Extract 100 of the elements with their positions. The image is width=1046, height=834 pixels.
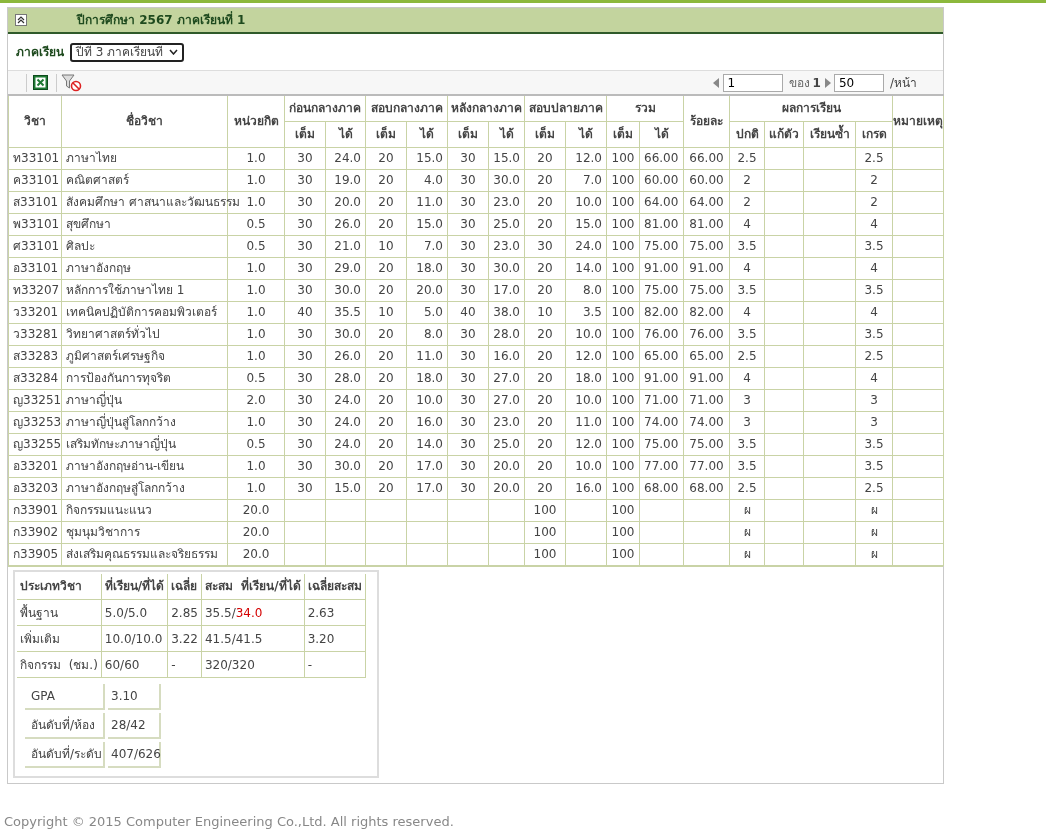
page-total: 1 (812, 74, 821, 92)
table-cell: 30 (297, 283, 313, 297)
table-cell: 25.0 (493, 217, 520, 231)
table-cell: ส33283 (13, 349, 59, 363)
table-cell: 2.85 (171, 605, 198, 620)
table-cell: 17.0 (493, 283, 520, 297)
column-header: สะสม ที่เรียน/ที่ได้ (204, 579, 301, 594)
table-cell: วิทยาศาสตร์ทั่วไป (66, 327, 160, 341)
table-cell: 11.0 (416, 349, 443, 363)
table-cell: 2.5 (864, 349, 884, 363)
table-cell: 91.00 (689, 261, 724, 275)
table-cell: 30 (460, 239, 476, 253)
table-cell: 12.0 (575, 437, 602, 451)
table-cell: 3.5 (737, 437, 757, 451)
table-cell: 20 (378, 349, 394, 363)
table-cell: 100 (611, 195, 635, 209)
table-cell: 100 (611, 217, 635, 231)
column-header: เรียนซ้ำ (803, 121, 856, 147)
table-cell: 20 (537, 481, 553, 495)
table-cell: 75.00 (689, 239, 724, 253)
table-cell: 71.00 (644, 393, 679, 407)
table-cell: 27.0 (493, 371, 520, 385)
per-page-field[interactable]: 50 (833, 73, 884, 92)
table-cell: 30 (297, 217, 313, 231)
page-field[interactable]: 1 (722, 73, 783, 92)
term-select[interactable]: ปีที่ 3 ภาคเรียนที่ (70, 42, 185, 62)
table-cell: 1.0 (246, 415, 266, 429)
table-cell: 15.0 (493, 151, 520, 165)
table-cell: กิจกรรม (ชม.) (20, 657, 98, 672)
table-cell: ก33905 (13, 547, 59, 561)
table-cell: 100 (611, 437, 635, 451)
table-cell: 30 (460, 327, 476, 341)
table-cell: 65.00 (644, 349, 679, 363)
table-cell: 3 (743, 415, 751, 429)
page-of-label: ของ (788, 74, 810, 92)
table-cell: 66.00 (689, 151, 724, 165)
table-cell: ท33207 (13, 283, 60, 297)
table-cell: 1.0 (246, 195, 266, 209)
table-cell: 100 (611, 349, 635, 363)
table-cell: 20.0 (493, 459, 520, 473)
table-cell: 20 (537, 393, 553, 407)
table-cell: 75.00 (644, 437, 679, 451)
column-header: เต็ม (365, 121, 407, 147)
table-cell: ภาษาอังกฤษ (66, 261, 131, 275)
table-cell: 23.0 (493, 239, 520, 253)
table-cell: 100 (611, 525, 635, 539)
table-cell: 60.00 (689, 173, 724, 187)
table-cell: 30 (297, 151, 313, 165)
table-cell: 14.0 (416, 437, 443, 451)
table-cell: 5.0 (423, 305, 443, 319)
table-cell: 3.5 (864, 437, 884, 451)
table-cell: 24.0 (334, 415, 361, 429)
table-cell: อ33201 (13, 459, 59, 473)
stat-label: GPA (25, 684, 105, 710)
table-cell: หลักการใช้ภาษาไทย 1 (66, 283, 185, 297)
table-cell: ภาษาญี่ปุ่นสู่โลกกว้าง (66, 415, 176, 429)
table-cell: 20 (378, 371, 394, 385)
table-cell: 30 (297, 415, 313, 429)
table-cell: 2.5 (864, 151, 884, 165)
table-cell: 12.0 (575, 151, 602, 165)
table-cell: 71.00 (689, 393, 724, 407)
next-page-icon[interactable] (823, 77, 831, 88)
collapse-toggle[interactable] (15, 14, 27, 26)
table-cell: 29.0 (334, 261, 361, 275)
table-cell: ภาษาไทย (66, 151, 117, 165)
table-cell: 15.0 (416, 217, 443, 231)
table-cell: 3 (743, 393, 751, 407)
table-cell: 2.0 (246, 393, 266, 407)
previous-page-icon[interactable] (712, 77, 720, 88)
table-cell: 35.5 (334, 305, 361, 319)
column-header: เฉลี่ย (171, 579, 198, 594)
table-cell: 30.0 (334, 327, 361, 341)
table-cell: 4 (870, 305, 878, 319)
table-cell: 30 (297, 261, 313, 275)
table-cell: กิจกรรมแนะแนว (66, 503, 152, 517)
table-cell: 20 (378, 261, 394, 275)
table-cell: 10.0 (575, 459, 602, 473)
table-cell: 2.5 (864, 481, 884, 495)
table-cell: 30 (297, 481, 313, 495)
table-cell: 20.0 (242, 525, 270, 539)
table-cell: ค33101 (13, 173, 60, 187)
table-cell: 2.5 (737, 349, 757, 363)
table-cell: 20 (378, 415, 394, 429)
table-cell: 76.00 (689, 327, 724, 341)
column-header: ที่เรียน/ที่ได้ (104, 579, 165, 594)
table-cell: 10.0 (575, 393, 602, 407)
table-cell: 8.0 (423, 327, 443, 341)
table-cell: 100 (611, 393, 635, 407)
table-cell: 30 (460, 371, 476, 385)
table-cell: 100 (611, 415, 635, 429)
excel-export-icon[interactable] (33, 75, 48, 90)
column-header: สอบกลางภาค (365, 95, 448, 121)
clear-filter-icon[interactable] (61, 73, 83, 92)
table-cell: 20 (378, 327, 394, 341)
table-cell: 20 (537, 151, 553, 165)
table-cell: 26.0 (334, 349, 361, 363)
table-cell: 100 (533, 503, 557, 517)
table-cell: 11.0 (416, 195, 443, 209)
table-cell: 30.0 (493, 173, 520, 187)
table-cell: 75.00 (644, 283, 679, 297)
